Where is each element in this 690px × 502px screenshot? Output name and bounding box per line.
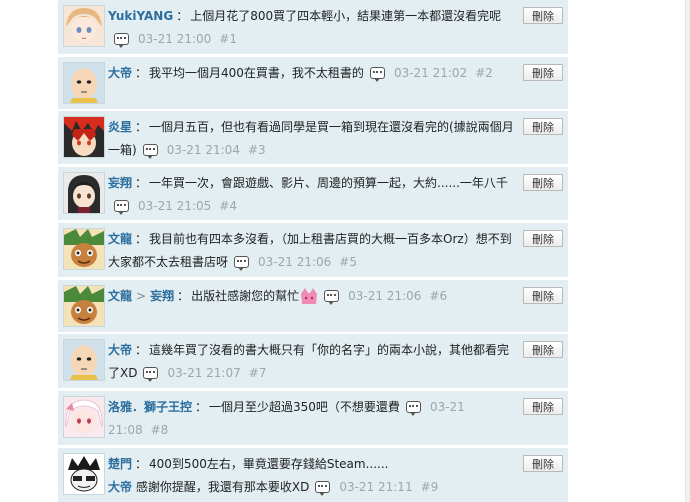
reply-bubble-icon[interactable] — [142, 144, 158, 159]
delete-button[interactable]: 刪除 — [523, 230, 563, 247]
delete-button[interactable]: 刪除 — [523, 118, 563, 135]
comment-item: 洛雅．獅子王控：一個月至少超過350吧（不想要還費 03-21 21:08 #8 刪… — [58, 391, 568, 445]
delete-button[interactable]: 刪除 — [523, 7, 563, 24]
emoji-sticker-icon — [300, 288, 318, 304]
floor-number[interactable]: #4 — [211, 199, 237, 213]
delete-button[interactable]: 刪除 — [523, 174, 563, 191]
comment-author[interactable]: 洛雅．獅子王控 — [108, 400, 192, 414]
avatar[interactable] — [63, 62, 105, 104]
separator: ： — [195, 400, 208, 414]
comment-item: 大帝：我平均一個月400在買書，我不太租書的 03-21 21:02 #2 刪除 — [58, 57, 568, 109]
avatar[interactable] — [63, 172, 105, 214]
comment-text: 一個月至少超過350吧（不想要還費 — [209, 400, 400, 414]
delete-button[interactable]: 刪除 — [523, 455, 563, 472]
comment-item: 文龍 > 妄翔：出版社感謝您的幫忙 03-21 21:06 #6 刪除 — [58, 280, 568, 332]
comment-text: 上個月花了800買了四本輕小，結果連第一本都還沒看完呢 — [190, 9, 502, 23]
separator: ： — [135, 232, 148, 246]
delete-button[interactable]: 刪除 — [523, 341, 563, 358]
separator: ： — [177, 289, 190, 303]
comment-text: 出版社感謝您的幫忙 — [191, 289, 300, 303]
reply-bubble-icon[interactable] — [315, 481, 331, 496]
comment-author[interactable]: YukiYANG — [108, 9, 173, 23]
scrollbar-track[interactable] — [685, 0, 690, 502]
comment-time: 03-21 21:00 — [138, 32, 212, 46]
delete-button[interactable]: 刪除 — [523, 398, 563, 415]
comment-time: 03-21 21:05 — [138, 199, 212, 213]
comment-item: 炎星：一個月五百，但也有看過同學是買一箱到現在還沒看完的(據說兩個月一箱) 03-… — [58, 111, 568, 164]
separator: ： — [135, 176, 148, 190]
comment-time: 03-21 21:04 — [166, 143, 240, 157]
comment-author[interactable]: 文龍 — [108, 289, 132, 303]
reply-text: 感謝你提醒，我還有那本要收XD — [135, 480, 310, 494]
separator: ： — [176, 9, 189, 23]
reply-bubble-icon[interactable] — [369, 67, 385, 82]
floor-number[interactable]: #8 — [143, 423, 169, 437]
reply-bubble-icon[interactable] — [114, 33, 129, 48]
avatar[interactable] — [63, 285, 105, 327]
reply-bubble-icon[interactable] — [114, 200, 129, 215]
avatar[interactable] — [63, 339, 105, 381]
comment-text: 我平均一個月400在買書，我不太租書的 — [149, 66, 364, 80]
avatar[interactable] — [63, 228, 105, 270]
separator: ： — [135, 343, 148, 357]
comment-item: 大帝：這幾年買了沒看的書大概只有「你的名字」的兩本小說，其他都看完了XD 03-2… — [58, 334, 568, 388]
reply-bubble-icon[interactable] — [324, 290, 340, 305]
reply-bubble-icon[interactable] — [405, 401, 421, 416]
reply-arrow-icon: > — [136, 289, 147, 303]
floor-number[interactable]: #3 — [240, 143, 266, 157]
floor-number[interactable]: #6 — [421, 289, 447, 303]
reply-bubble-icon[interactable] — [234, 256, 250, 271]
separator: ： — [135, 66, 148, 80]
comment-text: 400到500左右，畢竟還要存錢給Steam...... — [149, 457, 389, 471]
comment-author[interactable]: 文龍 — [108, 232, 132, 246]
comment-text: 一年買一次，會跟遊戲、影片、周邊的預算一起，大約......一年八千 — [149, 176, 508, 190]
avatar[interactable] — [63, 116, 105, 158]
comment-author[interactable]: 楚門 — [108, 457, 132, 471]
reply-bubble-icon[interactable] — [143, 367, 159, 382]
comment-author[interactable]: 大帝 — [108, 66, 132, 80]
comment-item: YukiYANG：上個月花了800買了四本輕小，結果連第一本都還沒看完呢 03-… — [58, 0, 568, 54]
comment-time: 03-21 21:07 — [167, 366, 241, 380]
separator: ： — [135, 457, 148, 471]
avatar[interactable] — [63, 453, 105, 495]
avatar[interactable] — [63, 5, 105, 47]
avatar[interactable] — [63, 396, 105, 438]
floor-number[interactable]: #9 — [413, 480, 439, 494]
comment-item: 楚門： 400到500左右，畢竟還要存錢給Steam...... 大帝 感謝你提醒… — [58, 448, 568, 502]
reply-author[interactable]: 大帝 — [108, 480, 132, 494]
comment-item: 妄翔：一年買一次，會跟遊戲、影片、周邊的預算一起，大約......一年八千 03-… — [58, 167, 568, 220]
floor-number[interactable]: #7 — [241, 366, 267, 380]
comment-author[interactable]: 大帝 — [108, 343, 132, 357]
reply-target-user[interactable]: 妄翔 — [150, 289, 174, 303]
comment-time: 03-21 21:06 — [258, 255, 332, 269]
floor-number[interactable]: #2 — [467, 66, 493, 80]
floor-number[interactable]: #5 — [331, 255, 357, 269]
separator: ： — [135, 120, 148, 134]
comment-time: 03-21 21:11 — [339, 480, 413, 494]
floor-number[interactable]: #1 — [211, 32, 237, 46]
comment-time: 03-21 21:06 — [348, 289, 422, 303]
comment-author[interactable]: 炎星 — [108, 120, 132, 134]
delete-button[interactable]: 刪除 — [523, 287, 563, 304]
delete-button[interactable]: 刪除 — [523, 64, 563, 81]
comment-item: 文龍：我目前也有四本多沒看，（加上租書店買的大概一百多本Orz）想不到大家都不太… — [58, 223, 568, 277]
comment-time: 03-21 21:02 — [393, 66, 468, 80]
comment-author[interactable]: 妄翔 — [108, 176, 132, 190]
